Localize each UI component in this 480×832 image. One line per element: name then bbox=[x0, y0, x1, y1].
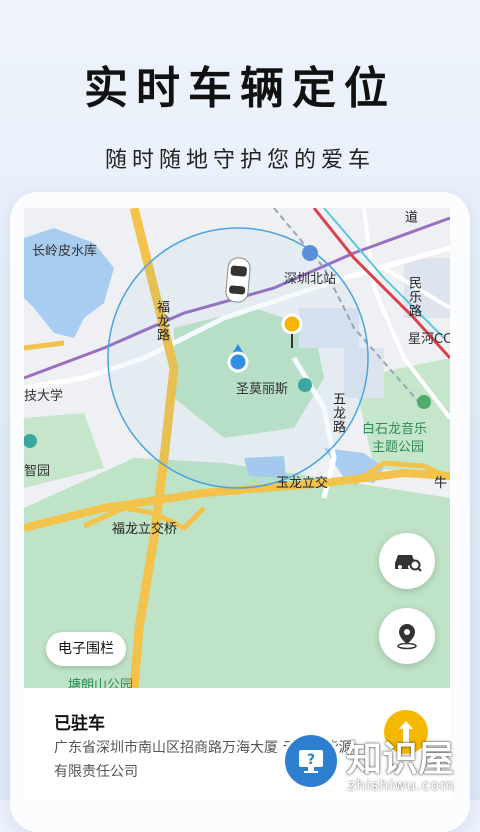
map-label-baishilong: 白石龙音乐 bbox=[362, 422, 428, 437]
map-label-tangyuan: 塘朗山公园 bbox=[68, 678, 134, 688]
map-label-university: 技大学 bbox=[24, 389, 64, 404]
map-label-shengmo: 圣莫丽斯 bbox=[236, 382, 289, 397]
map-label-fulong-road: 福龙路 bbox=[154, 300, 169, 342]
map-label-wulong-road: 五龙路 bbox=[330, 392, 345, 434]
park-icon bbox=[298, 378, 312, 392]
watermark-brand: 知识屋 bbox=[346, 738, 455, 780]
site-watermark: ? 知识屋 zhishiwu.com bbox=[282, 718, 480, 800]
map-label-xinghe: 星河CO bbox=[408, 332, 450, 347]
help-monitor-icon: ? bbox=[282, 732, 340, 790]
parking-status: 已驻车 bbox=[54, 714, 105, 734]
map-label-minle-road: 民乐路 bbox=[406, 276, 421, 318]
car-search-icon bbox=[395, 555, 422, 572]
svg-text:?: ? bbox=[307, 752, 315, 768]
find-car-button[interactable] bbox=[379, 533, 435, 589]
map-label-dao: 道 bbox=[402, 210, 417, 224]
car-marker bbox=[225, 257, 251, 303]
geofence-button[interactable]: 电子围栏 bbox=[46, 632, 126, 666]
map-label-reservoir: 长岭皮水库 bbox=[32, 244, 98, 259]
hero-subtitle: 随时随地守护您的爱车 bbox=[104, 148, 375, 173]
my-location-dot bbox=[227, 351, 249, 373]
map-label-fulong-interchange: 福龙立交桥 bbox=[112, 522, 178, 537]
station-marker bbox=[302, 245, 318, 261]
yellow-pin bbox=[281, 313, 303, 335]
map-label-station: 深圳北站 bbox=[284, 272, 337, 287]
map-label-zhiyuan: 智园 bbox=[24, 464, 51, 479]
map-label-theme-park: 主题公园 bbox=[372, 440, 425, 455]
locate-button[interactable] bbox=[379, 608, 435, 664]
map-label-yulong-interchange: 玉龙立交 bbox=[276, 476, 329, 491]
hero-title: 实时车辆定位 bbox=[84, 63, 396, 114]
map-label-niu: 牛 bbox=[434, 476, 448, 491]
location-pin-icon bbox=[397, 624, 417, 650]
theme-park-icon bbox=[417, 395, 431, 409]
watermark-url: zhishiwu.com bbox=[348, 778, 455, 794]
